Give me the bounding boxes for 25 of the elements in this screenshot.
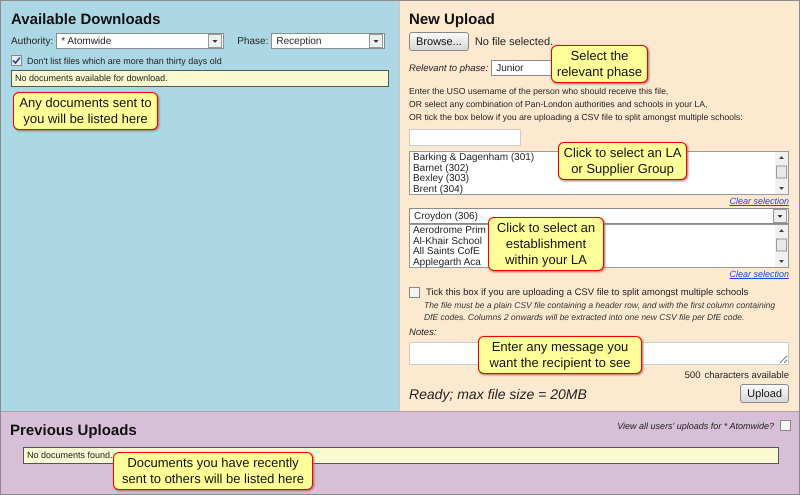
notes-label: Notes: [409,327,436,338]
phase-label: Relevant to phase: [409,62,488,74]
empty-message: No documents available for download. [11,70,389,87]
checkbox-label: View all users' uploads for * Atomwide? [617,420,774,430]
csv-note: The file must be a plain CSV file containing a header row, and with the first column containing DfE codes. Columns 2 onwards will be extracted into one new CSV file per DfE code. [424,299,776,323]
help-tooltip: Select the relevant phase [551,45,648,83]
instruction-text: OR tick the box below if you are uploading a CSV file to split amongst multiple schools: [409,112,743,122]
instruction-text: Enter the USO username of the person who should receive this file, [409,86,668,96]
section-title: New Upload [409,11,496,29]
section-title: Available Downloads [11,11,162,29]
instruction-text: OR select any combination of Pan-London authorities and schools in your LA, [409,99,708,109]
help-tooltip: Click to select an LA or Supplier Group [558,142,687,180]
checkbox-label: Don't list files which are more than thirty days old [27,56,222,66]
help-tooltip: Any documents sent to you will be listed here [13,92,158,130]
checkbox-label: Tick this box if you are uploading a CSV file to split amongst multiple schools [426,287,748,298]
character-count: 500 [684,370,700,381]
section-title: Previous Uploads [10,422,137,440]
help-tooltip: Documents you have recently sent to others will be listed here [113,452,313,490]
phase-label: Phase: [237,36,268,46]
upload-status: Ready; max file size = 20MB [409,386,587,402]
authority-label: Authority: [11,36,54,46]
help-tooltip: Click to select an establishment within your LA [488,217,604,271]
character-count-label: characters available [704,370,789,381]
help-tooltip: Enter any message you want the recipient to see [478,336,642,374]
file-status: No file selected. [474,36,554,48]
